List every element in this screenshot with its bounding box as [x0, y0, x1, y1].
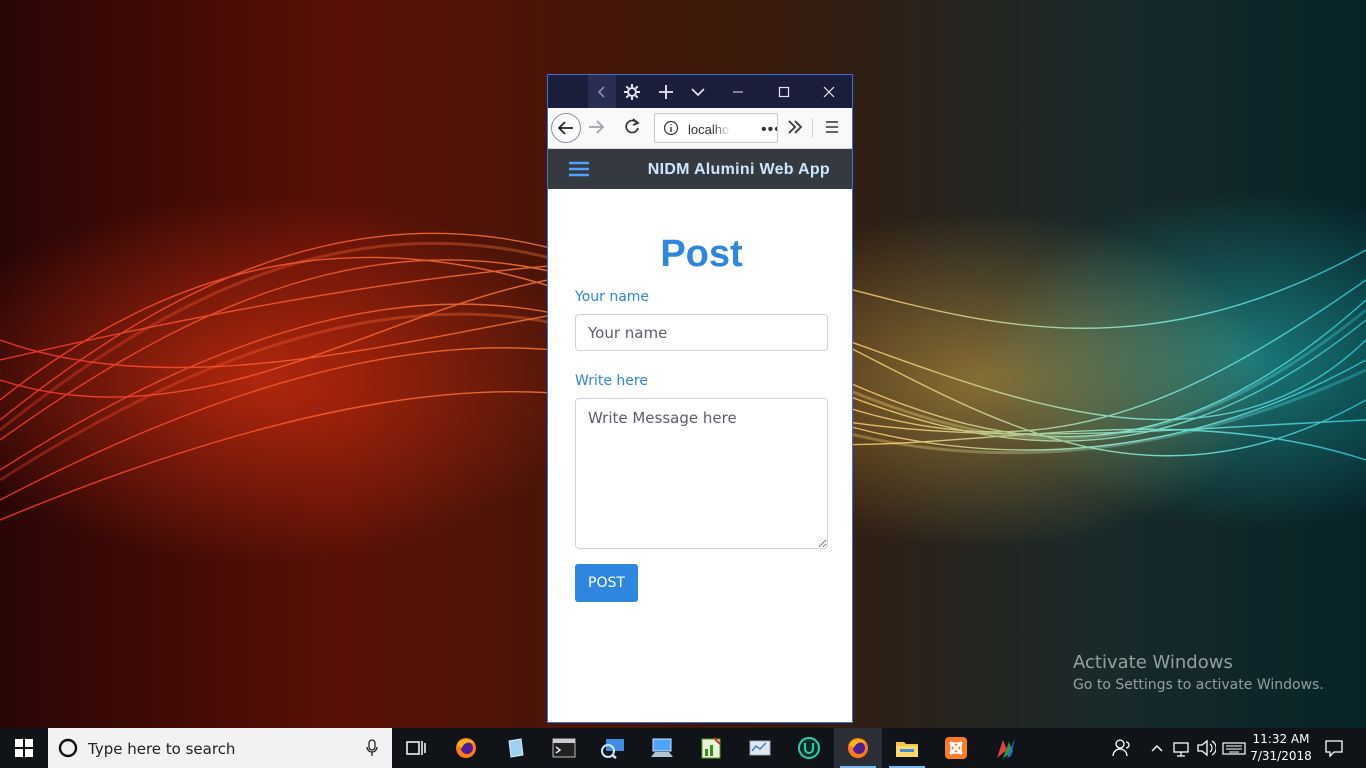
u-app-icon [798, 737, 820, 759]
taskbar-notepad[interactable] [491, 728, 539, 768]
people-icon[interactable] [1112, 738, 1132, 758]
clock-date: 7/31/2018 [1250, 749, 1312, 763]
taskbar-terminal[interactable] [540, 728, 588, 768]
chevron-up-icon[interactable] [1150, 738, 1164, 758]
xampp-icon [945, 737, 967, 759]
minimize-icon [733, 91, 743, 92]
microphone-icon[interactable] [366, 739, 378, 757]
message-label: Write here [575, 373, 648, 389]
new-tab-button[interactable] [652, 75, 680, 108]
arrow-left-icon [558, 121, 573, 135]
taskbar-network[interactable] [589, 728, 637, 768]
close-icon [823, 86, 835, 97]
url-text[interactable]: localhost [688, 122, 730, 137]
tab-scroll-left-button[interactable] [588, 75, 616, 108]
browser-navbar: localhost ••• [548, 108, 852, 149]
hamburger-menu-icon[interactable] [824, 120, 840, 134]
plus-icon [659, 84, 673, 99]
taskbar-firefox-active[interactable] [834, 728, 882, 768]
back-button[interactable] [551, 113, 581, 143]
windows-logo-icon [15, 739, 33, 757]
tab-list-button[interactable] [684, 75, 712, 108]
gear-icon [624, 83, 640, 100]
double-chevron-right-icon[interactable] [786, 118, 804, 136]
browser-window: localhost ••• NIDM Alumini Web App Post … [547, 74, 853, 723]
app-menu-icon[interactable] [568, 161, 590, 177]
taskbar-pen-app[interactable] [981, 728, 1029, 768]
taskbar-firefox[interactable] [442, 728, 490, 768]
keyboard-icon[interactable] [1222, 738, 1246, 758]
page-actions-button[interactable]: ••• [761, 121, 777, 139]
notification-icon[interactable] [1324, 738, 1344, 758]
page-title: Post [660, 233, 743, 275]
network-status-icon[interactable] [1172, 738, 1192, 758]
taskbar-file-explorer[interactable] [883, 728, 931, 768]
firefox-icon [848, 738, 868, 758]
terminal-icon [552, 738, 576, 758]
forward-button[interactable] [588, 117, 606, 137]
app-navbar: NIDM Alumini Web App [548, 149, 852, 189]
taskbar: Type here to search 11:32 AM 7/31/2018 [0, 728, 1366, 768]
search-placeholder[interactable]: Type here to search [88, 740, 235, 758]
activate-windows-watermark: Activate Windows Go to Settings to activ… [1073, 652, 1324, 693]
system-clock[interactable]: 11:32 AM 7/31/2018 [1250, 731, 1312, 765]
taskbar-chart-app[interactable] [687, 728, 735, 768]
post-form: Post Your name Write here POST [548, 229, 852, 602]
reload-button[interactable] [623, 117, 641, 137]
maximize-icon [778, 86, 790, 97]
activate-title: Activate Windows [1073, 652, 1233, 673]
computer-icon [651, 738, 673, 757]
taskbar-control-panel[interactable] [736, 728, 784, 768]
task-view-button[interactable] [392, 728, 440, 768]
close-button[interactable] [814, 75, 844, 108]
file-explorer-icon [896, 742, 918, 757]
name-input[interactable] [575, 314, 828, 351]
volume-icon[interactable] [1196, 738, 1216, 758]
pen-app-icon [997, 738, 1015, 758]
extension-button[interactable] [618, 75, 646, 108]
taskbar-xampp[interactable] [932, 728, 980, 768]
taskbar-search-box[interactable]: Type here to search [48, 728, 392, 768]
maximize-button[interactable] [769, 75, 799, 108]
navbar-separator [812, 118, 813, 138]
activate-subtitle: Go to Settings to activate Windows. [1073, 677, 1324, 693]
firefox-icon [456, 738, 476, 758]
notepad-icon [508, 738, 524, 758]
chevron-left-icon [597, 85, 605, 98]
message-input[interactable] [575, 398, 828, 549]
control-panel-icon [749, 740, 771, 756]
browser-titlebar[interactable] [548, 75, 852, 108]
cortana-icon [58, 738, 78, 758]
name-label: Your name [575, 289, 650, 305]
app-title[interactable]: NIDM Alumini Web App [648, 161, 830, 179]
start-button[interactable] [0, 728, 48, 768]
chevron-down-icon [691, 87, 705, 96]
network-icon [601, 739, 624, 759]
minimize-button[interactable] [723, 75, 753, 108]
address-bar[interactable]: localhost ••• [654, 113, 778, 143]
post-button[interactable]: POST [575, 564, 638, 602]
taskbar-u-app[interactable] [785, 728, 833, 768]
task-view-icon [406, 741, 426, 755]
info-icon[interactable] [663, 120, 679, 136]
taskbar-computer[interactable] [638, 728, 686, 768]
clock-time: 11:32 AM [1252, 732, 1310, 746]
chart-app-icon [701, 737, 721, 759]
